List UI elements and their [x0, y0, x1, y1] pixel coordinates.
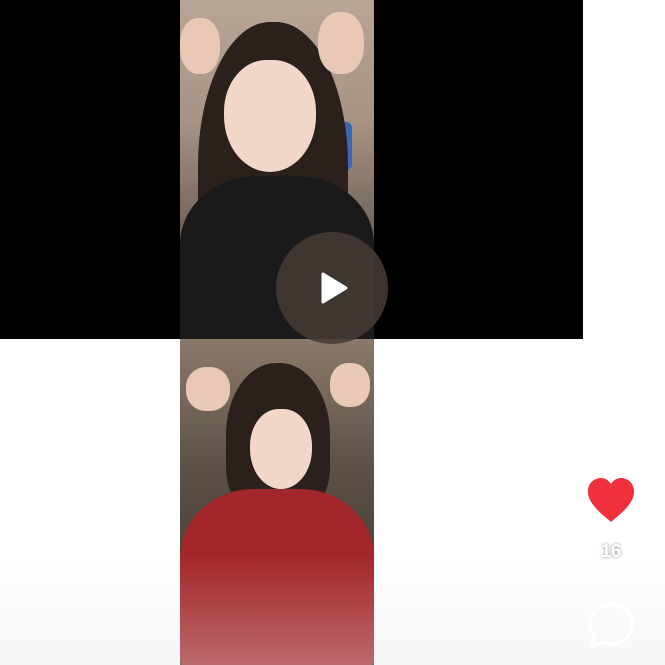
- comment-bubble-icon: [588, 602, 634, 648]
- like-count: 16: [600, 541, 622, 561]
- right-hand: [330, 363, 370, 407]
- right-hand: [318, 12, 364, 74]
- video-bottom-frame[interactable]: [180, 339, 374, 665]
- face: [250, 409, 312, 489]
- play-button[interactable]: [276, 232, 388, 344]
- red-hoodie: [180, 489, 374, 665]
- left-hand: [186, 367, 230, 411]
- video-post: 16: [0, 0, 665, 665]
- like-button[interactable]: [585, 476, 637, 524]
- heart-icon: [587, 478, 635, 522]
- face: [224, 60, 316, 172]
- play-icon: [321, 272, 348, 304]
- comment-button[interactable]: [586, 600, 636, 650]
- left-hand: [180, 18, 220, 74]
